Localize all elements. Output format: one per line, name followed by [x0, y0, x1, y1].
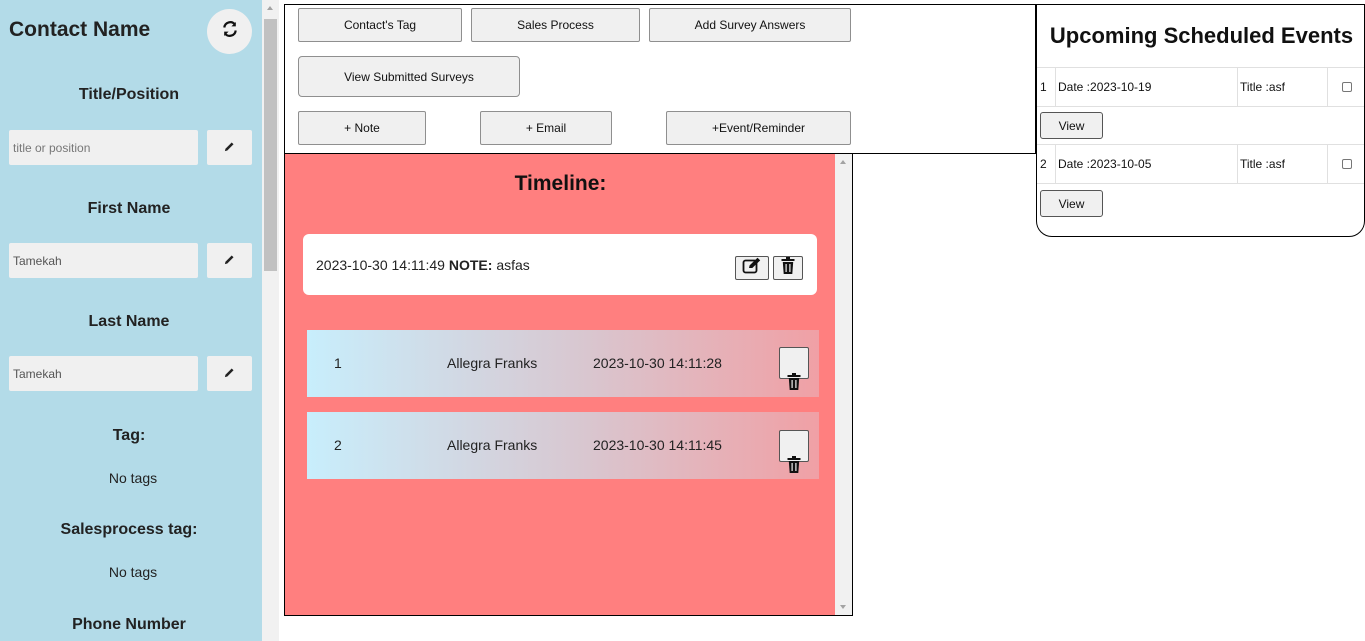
timeline-entry: 2 Allegra Franks 2023-10-30 14:11:45 [307, 412, 819, 479]
entry-timestamp: 2023-10-30 14:11:28 [593, 355, 722, 371]
event-checkbox-cell [1328, 68, 1364, 106]
entry-name: Allegra Franks [447, 355, 538, 371]
contact-name-title: Contact Name [9, 18, 151, 41]
event-title: Title :asf [1238, 145, 1328, 183]
event-checkbox-cell [1328, 145, 1364, 183]
add-note-button[interactable]: + Note [298, 111, 426, 145]
contacts-tag-button[interactable]: Contact's Tag [298, 8, 462, 42]
scroll-down-arrow-icon[interactable] [840, 605, 846, 609]
timeline-panel: Timeline: 2023-10-30 14:11:49 NOTE: asfa… [284, 153, 853, 616]
contact-sidebar: Contact Name Title/Position First Name L… [0, 0, 262, 641]
refresh-button[interactable] [207, 9, 252, 54]
event-checkbox[interactable] [1342, 82, 1352, 92]
event-date: Date :2023-10-05 [1056, 145, 1238, 183]
refresh-icon [222, 21, 238, 42]
tag-value: No tags [108, 470, 158, 486]
entry-timestamp: 2023-10-30 14:11:45 [593, 437, 722, 453]
delete-note-button[interactable] [773, 256, 803, 280]
event-checkbox[interactable] [1342, 159, 1352, 169]
event-date: Date :2023-10-19 [1056, 68, 1238, 106]
last-name-label: Last Name [88, 313, 170, 330]
trash-icon [787, 456, 801, 476]
view-event-button[interactable]: View [1040, 190, 1103, 217]
trash-icon [787, 373, 801, 393]
entry-name: Allegra Franks [447, 437, 538, 453]
view-submitted-surveys-button[interactable]: View Submitted Surveys [298, 56, 520, 97]
timeline-title: Timeline: [514, 172, 607, 195]
edit-note-button[interactable] [735, 256, 769, 280]
timeline-entry: 1 Allegra Franks 2023-10-30 14:11:28 [307, 330, 819, 397]
sidebar-scrollbar[interactable] [262, 0, 279, 641]
salesprocess-tag-label: Salesprocess tag: [60, 521, 198, 538]
add-survey-answers-button[interactable]: Add Survey Answers [649, 8, 851, 42]
scroll-up-arrow-icon[interactable] [840, 160, 846, 164]
pencil-icon [224, 365, 235, 383]
event-title: Title :asf [1238, 68, 1328, 106]
entry-index: 2 [334, 437, 342, 453]
edit-last-name-button[interactable] [207, 356, 252, 391]
last-name-input[interactable] [9, 356, 198, 391]
scroll-up-arrow-icon[interactable] [267, 6, 273, 10]
phone-number-label: Phone Number [72, 616, 186, 633]
edit-icon [742, 257, 762, 280]
view-event-button[interactable]: View [1040, 112, 1103, 139]
note-label: NOTE: [448, 257, 493, 273]
edit-title-button[interactable] [207, 130, 252, 165]
sales-process-button[interactable]: Sales Process [471, 8, 640, 42]
action-panel: Contact's Tag Sales Process Add Survey A… [284, 4, 1036, 154]
trash-icon [781, 257, 795, 279]
delete-entry-button[interactable] [779, 430, 809, 473]
title-position-label: Title/Position [78, 86, 180, 103]
event-row: 1 Date :2023-10-19 Title :asf [1037, 67, 1364, 107]
delete-entry-button[interactable] [779, 347, 809, 390]
timeline-note-card: 2023-10-30 14:11:49 NOTE: asfas [303, 234, 817, 295]
add-email-button[interactable]: + Email [480, 111, 612, 145]
add-event-reminder-button[interactable]: +Event/Reminder [666, 111, 851, 145]
event-index: 2 [1037, 145, 1056, 183]
timeline-scrollbar[interactable] [835, 154, 852, 615]
edit-first-name-button[interactable] [207, 243, 252, 278]
first-name-label: First Name [87, 200, 171, 217]
note-timestamp: 2023-10-30 14:11:49 [316, 257, 445, 273]
first-name-input[interactable] [9, 243, 198, 278]
note-content: 2023-10-30 14:11:49 NOTE: asfas [316, 257, 530, 273]
tag-label: Tag: [112, 427, 146, 444]
event-row: 2 Date :2023-10-05 Title :asf [1037, 144, 1364, 184]
note-text: asfas [496, 257, 530, 273]
events-title: Upcoming Scheduled Events [1049, 23, 1354, 48]
scrollbar-thumb[interactable] [264, 19, 277, 271]
title-position-input[interactable] [9, 130, 198, 165]
pencil-icon [224, 139, 235, 157]
event-index: 1 [1037, 68, 1056, 106]
pencil-icon [224, 252, 235, 270]
upcoming-events-panel: Upcoming Scheduled Events 1 Date :2023-1… [1036, 4, 1365, 237]
salesprocess-tag-value: No tags [108, 564, 158, 580]
entry-index: 1 [334, 355, 342, 371]
